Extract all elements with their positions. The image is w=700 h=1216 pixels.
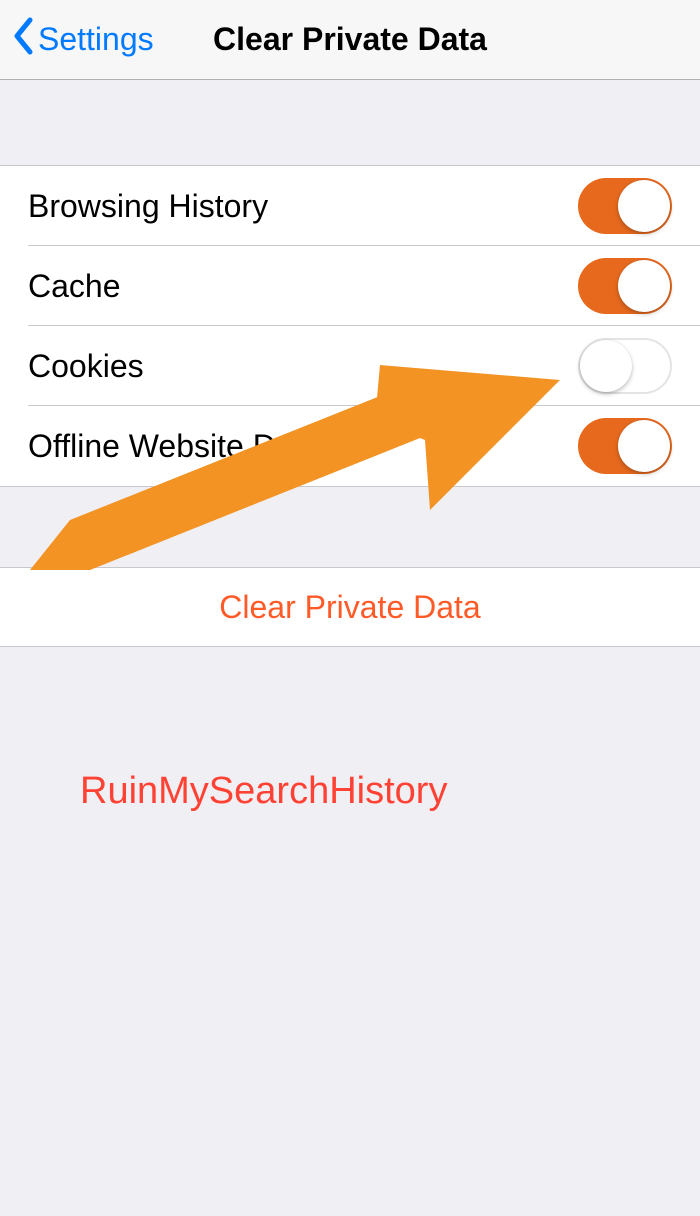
options-list: Browsing History Cache Cookies Offline W… xyxy=(0,165,700,487)
chevron-left-icon xyxy=(12,17,34,63)
option-label: Offline Website Data xyxy=(28,428,320,465)
toggle-cache[interactable] xyxy=(578,258,672,314)
toggle-offline-website-data[interactable] xyxy=(578,418,672,474)
option-offline-website-data: Offline Website Data xyxy=(0,406,700,486)
back-button[interactable]: Settings xyxy=(12,17,154,63)
option-label: Cache xyxy=(28,268,121,305)
option-label: Browsing History xyxy=(28,188,268,225)
navbar: Settings Clear Private Data xyxy=(0,0,700,80)
spacer xyxy=(0,80,700,165)
clear-private-data-button[interactable]: Clear Private Data xyxy=(0,567,700,647)
option-cookies: Cookies xyxy=(0,326,700,406)
option-browsing-history: Browsing History xyxy=(0,166,700,246)
spacer xyxy=(0,487,700,567)
watermark-text: RuinMySearchHistory xyxy=(80,770,447,813)
toggle-browsing-history[interactable] xyxy=(578,178,672,234)
toggle-cookies[interactable] xyxy=(578,338,672,394)
option-label: Cookies xyxy=(28,348,144,385)
back-label: Settings xyxy=(38,21,154,58)
option-cache: Cache xyxy=(0,246,700,326)
clear-button-label: Clear Private Data xyxy=(219,589,480,626)
